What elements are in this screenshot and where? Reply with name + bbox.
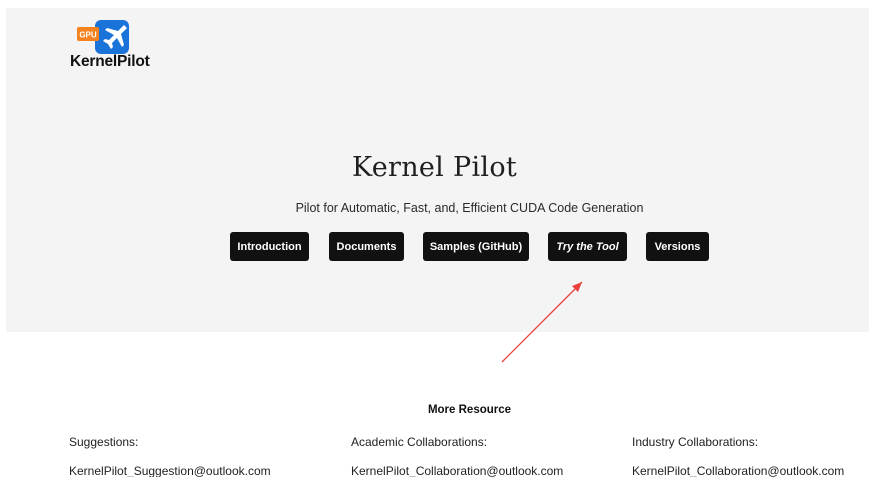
versions-button[interactable]: Versions	[646, 232, 709, 261]
industry-collaborations-label: Industry Collaborations:	[632, 435, 759, 449]
try-the-tool-button[interactable]: Try the Tool	[548, 232, 627, 261]
academic-collaborations-label: Academic Collaborations:	[351, 435, 488, 449]
gpu-badge-text: GPU	[79, 31, 97, 40]
site-logo[interactable]: GPU KernelPilot	[70, 20, 160, 74]
page-title: Kernel Pilot	[351, 152, 518, 183]
samples-github-button[interactable]: Samples (GitHub)	[423, 232, 529, 261]
introduction-button[interactable]: Introduction	[230, 232, 309, 261]
page-subtitle: Pilot for Automatic, Fast, and, Efficien…	[295, 201, 644, 215]
more-resource-heading: More Resource	[427, 404, 512, 416]
industry-email-link[interactable]: KernelPilot_Collaboration@outlook.com	[632, 464, 844, 477]
logo-text: KernelPilot	[70, 53, 150, 70]
suggestion-email-link[interactable]: KernelPilot_Suggestion@outlook.com	[69, 464, 271, 477]
suggestions-label: Suggestions:	[69, 435, 139, 449]
logo-plane-icon: GPU	[77, 20, 129, 54]
red-arrow-annotation-icon	[501, 281, 583, 363]
academic-email-link[interactable]: KernelPilot_Collaboration@outlook.com	[351, 464, 563, 477]
documents-button[interactable]: Documents	[329, 232, 404, 261]
